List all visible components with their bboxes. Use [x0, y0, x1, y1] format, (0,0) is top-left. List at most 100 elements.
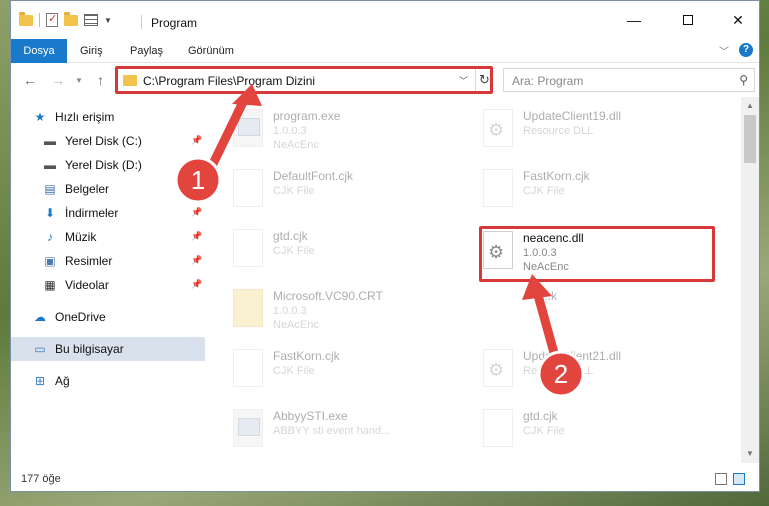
folder-icon[interactable] [19, 11, 33, 26]
minimize-button[interactable]: — [625, 11, 643, 29]
sidebar-item-music[interactable]: ♪ Müzik 📌 [11, 225, 205, 249]
file-name: DefaultFont.cjk [273, 169, 354, 183]
forward-arrow-icon[interactable]: → [51, 72, 65, 88]
file-item-gtd-cjk-2[interactable]: gtd.cjk CJK File [461, 403, 691, 455]
network-icon: ⊞ [34, 374, 46, 388]
sidebar-item-label: Videolar [65, 278, 109, 292]
file-detail: CJK File [273, 365, 315, 377]
details-view-icon[interactable] [715, 473, 727, 485]
file-name: Microsoft.VC90.CRT [273, 289, 383, 303]
sidebar-item-pictures[interactable]: ▣ Resimler 📌 [11, 249, 205, 273]
file-item-gtd-cjk[interactable]: gtd.cjk CJK File [211, 223, 441, 275]
pin-icon[interactable]: 📌 [191, 255, 202, 266]
picture-icon: ▣ [44, 254, 56, 268]
folder-icon [123, 75, 137, 86]
pin-icon[interactable]: 📌 [191, 135, 202, 146]
scrollbar-thumb[interactable] [744, 115, 756, 163]
file-item-neacenc-dll[interactable]: neacenc.dll 1.0.0.3 NeAcEnc [461, 225, 691, 277]
scroll-down-icon[interactable]: ▼ [746, 449, 754, 458]
sidebar-item-videos[interactable]: ▦ Videolar 📌 [11, 273, 205, 297]
sidebar-item-onedrive[interactable]: ☁ OneDrive [11, 305, 205, 329]
file-item-microsoft-vc90-crt[interactable]: Microsoft.VC90.CRT 1.0.0.3 NeAcEnc [211, 283, 441, 335]
file-detail: 1.0.0.3 [273, 305, 307, 317]
sidebar-item-label: OneDrive [55, 310, 106, 324]
tab-view[interactable]: Görünüm [188, 39, 234, 63]
sidebar-item-label: Yerel Disk (C:) [65, 134, 142, 148]
new-folder-icon[interactable] [64, 11, 78, 26]
pin-icon[interactable]: 📌 [191, 279, 202, 290]
computer-icon: ▭ [34, 342, 46, 356]
tiles-view-icon[interactable] [733, 473, 745, 485]
refresh-icon[interactable]: ↻ [475, 69, 493, 91]
file-name: UpdateClient21.dll [523, 349, 622, 363]
title-bar: ▼ Program — ✕ [11, 1, 759, 39]
sidebar-item-label: Resimler [65, 254, 113, 268]
view-switcher [715, 473, 745, 485]
recent-locations-icon[interactable]: ▼ [75, 76, 83, 85]
generic-file-icon [483, 169, 513, 207]
drive-icon: ▬ [44, 158, 56, 172]
file-item-defaultfont-cjk[interactable]: DefaultFont.cjk CJK File [211, 163, 441, 215]
search-box[interactable]: Ara: Program ⚲ [503, 68, 755, 92]
title-divider [141, 15, 142, 29]
close-button[interactable]: ✕ [729, 11, 747, 29]
pin-icon[interactable]: 📌 [191, 231, 202, 242]
up-arrow-icon[interactable]: ↑ [97, 72, 104, 88]
ribbon-tabs: Dosya Giriş Paylaş Görünüm ﹀ ? [11, 39, 759, 63]
properties-icon[interactable] [46, 12, 58, 27]
exe-file-icon [233, 409, 263, 447]
toolbar-divider [39, 13, 40, 27]
help-icon[interactable]: ? [739, 43, 753, 57]
customize-dropdown-icon[interactable]: ▼ [104, 16, 112, 25]
file-name: gtd.cjk [523, 409, 558, 423]
file-name: AbbyySTI.exe [273, 409, 348, 423]
file-item-fastkorn-cjk[interactable]: FastKorn.cjk CJK File [461, 163, 691, 215]
sidebar-item-label: Belgeler [65, 182, 110, 196]
sidebar-item-label: Müzik [65, 230, 97, 244]
tab-home[interactable]: Giriş [80, 39, 103, 63]
file-detail: Resource DLL [523, 125, 594, 137]
file-item-fastkorn-cjk-2[interactable]: FastKorn.cjk CJK File [211, 343, 441, 395]
expand-ribbon-icon[interactable]: ﹀ [719, 43, 729, 58]
back-arrow-icon[interactable]: ← [23, 72, 37, 88]
download-icon: ⬇ [44, 206, 56, 220]
file-item-updateclient19-dll[interactable]: UpdateClient19.dll Resource DLL [461, 103, 691, 155]
address-bar[interactable]: C:\Program Files\Program Dizini ﹀ ↻ [116, 68, 492, 92]
scroll-up-icon[interactable]: ▲ [746, 101, 754, 110]
sidebar-item-label: Hızlı erişim [55, 110, 115, 124]
search-icon[interactable]: ⚲ [739, 73, 748, 87]
sidebar-item-documents[interactable]: ▤ Belgeler [11, 177, 205, 201]
status-bar: 177 öğe [11, 467, 759, 491]
file-detail: 1.0.0.3 [523, 247, 557, 259]
sidebar-item-this-pc[interactable]: ▭ Bu bilgisayar [11, 337, 205, 361]
explorer-window: ▼ Program — ✕ Dosya Giriş Paylaş Görünüm… [10, 0, 760, 492]
pin-icon[interactable]: 📌 [191, 207, 202, 218]
window-title: Program [151, 16, 198, 30]
file-detail: CJK File [273, 245, 315, 257]
video-icon: ▦ [44, 278, 56, 292]
address-path[interactable]: C:\Program Files\Program Dizini [143, 74, 315, 88]
sidebar-item-quick-access[interactable]: ★ Hızlı erişim [11, 105, 205, 129]
search-placeholder[interactable]: Ara: Program [512, 74, 583, 88]
sidebar-item-local-disk-c[interactable]: ▬ Yerel Disk (C:) 📌 [11, 129, 205, 153]
sidebar-item-label: Bu bilgisayar [55, 342, 124, 356]
file-item-obscured[interactable]: ...k [461, 283, 691, 335]
vertical-scrollbar[interactable]: ▲ ▼ [741, 97, 759, 463]
view-icon[interactable] [84, 14, 98, 26]
tab-share[interactable]: Paylaş [130, 39, 163, 63]
address-dropdown-icon[interactable]: ﹀ [459, 74, 468, 87]
file-detail: CJK File [523, 425, 565, 437]
maximize-button[interactable] [679, 11, 697, 29]
file-item-abbyysti-exe[interactable]: AbbyySTI.exe ABBYY sti event hand... [211, 403, 441, 455]
file-item-program-exe[interactable]: program.exe 1.0.0.3 NeAcEnc [211, 103, 441, 155]
drive-icon: ▬ [44, 134, 56, 148]
navigation-bar: ← → ▼ ↑ C:\Program Files\Program Dizini … [11, 63, 759, 97]
generic-file-icon [233, 169, 263, 207]
sidebar-item-network[interactable]: ⊞ Ağ [11, 369, 205, 393]
document-icon: ▤ [44, 182, 56, 196]
sidebar-item-local-disk-d[interactable]: ▬ Yerel Disk (D:) [11, 153, 205, 177]
file-item-updateclient21-dll[interactable]: UpdateClient21.dll Resource DLL [461, 343, 691, 395]
sidebar-item-downloads[interactable]: ⬇ İndirmeler 📌 [11, 201, 205, 225]
tab-file[interactable]: Dosya [11, 39, 67, 63]
file-detail: 1.0.0.3 [273, 125, 307, 137]
